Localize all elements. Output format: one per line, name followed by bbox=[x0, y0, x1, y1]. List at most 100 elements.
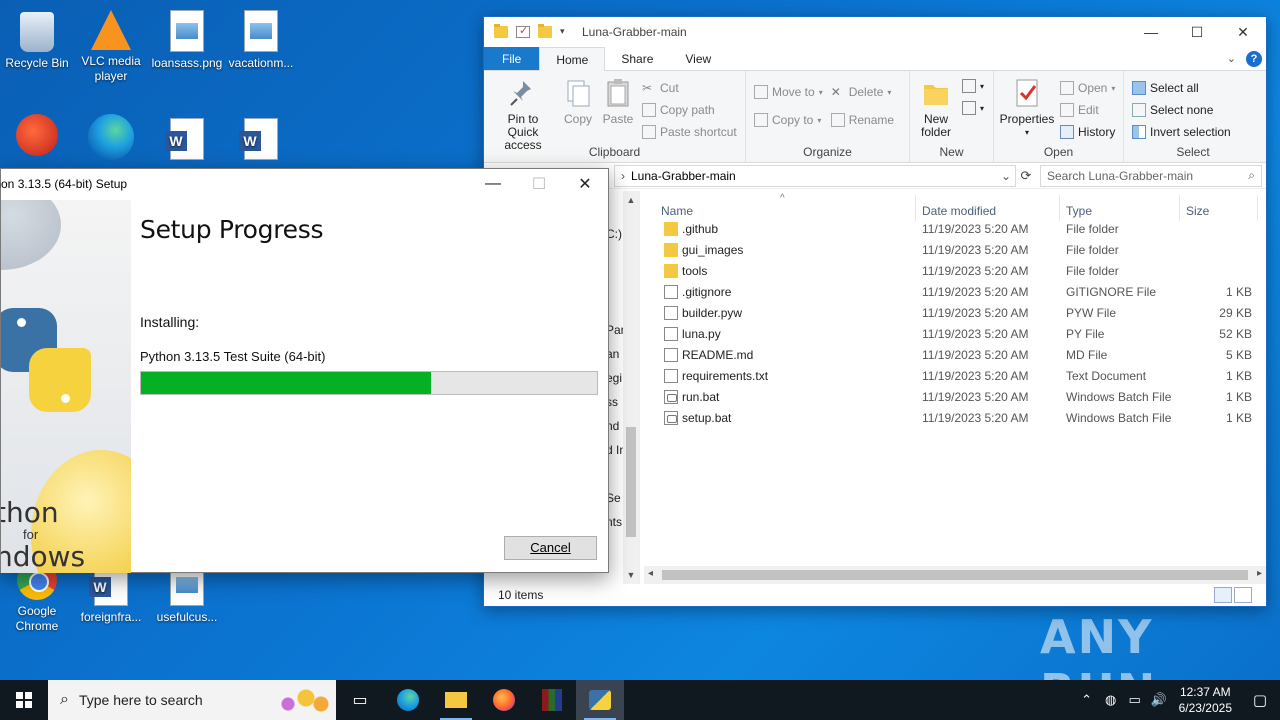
table-row[interactable]: setup.bat 11/19/2023 5:20 AM Windows Batch… bbox=[660, 408, 1252, 429]
new-folder-button[interactable]: New folder bbox=[914, 75, 958, 144]
column-header-size[interactable]: Size bbox=[1186, 204, 1209, 218]
tab-view[interactable]: View bbox=[669, 47, 727, 70]
chevron-down-icon[interactable]: ⌄ bbox=[1227, 52, 1236, 65]
clock[interactable]: 12:37 AM 6/23/2025 bbox=[1171, 684, 1240, 716]
column-header-type[interactable]: Type bbox=[1066, 204, 1092, 218]
address-bar[interactable]: › Luna-Grabber-main ⌄ bbox=[614, 164, 1016, 187]
setup-close-button[interactable]: ✕ bbox=[562, 169, 608, 199]
desktop-icon-loansass[interactable]: loansass.png bbox=[150, 6, 224, 71]
select-none-button[interactable]: Select none bbox=[1132, 101, 1231, 119]
edge-icon[interactable] bbox=[384, 680, 432, 720]
desktop-icon-edge[interactable] bbox=[74, 114, 148, 164]
column-divider[interactable] bbox=[915, 195, 916, 221]
column-divider[interactable] bbox=[1179, 195, 1180, 221]
column-divider[interactable] bbox=[1059, 195, 1060, 221]
properties-icon bbox=[1011, 77, 1043, 109]
scroll-up-icon[interactable]: ▲ bbox=[623, 195, 639, 205]
refresh-button[interactable]: ⟳ bbox=[1016, 165, 1036, 187]
minimize-button[interactable]: — bbox=[1128, 17, 1174, 47]
edit-button[interactable]: Edit bbox=[1060, 101, 1115, 119]
new-item-icon bbox=[962, 79, 976, 93]
task-view-icon[interactable]: ▭ bbox=[336, 680, 384, 720]
tab-file[interactable]: File bbox=[484, 47, 540, 70]
search-input[interactable]: Search Luna-Grabber-main ⌕ bbox=[1040, 164, 1262, 187]
pin-quick-access-button[interactable]: Pin to Quick access bbox=[488, 75, 558, 152]
properties-button[interactable]: Properties ▾ bbox=[998, 75, 1056, 144]
column-header-name[interactable]: Name bbox=[661, 204, 693, 218]
new-item-button[interactable]: ▾ bbox=[962, 77, 984, 95]
table-row[interactable]: tools 11/19/2023 5:20 AM File folder bbox=[660, 261, 1252, 282]
nav-scroll-thumb[interactable] bbox=[626, 427, 636, 537]
notification-icon[interactable]: ▢ bbox=[1240, 691, 1280, 709]
table-row[interactable]: requirements.txt 11/19/2023 5:20 AM Text D… bbox=[660, 366, 1252, 387]
table-row[interactable]: .github 11/19/2023 5:20 AM File folder bbox=[660, 219, 1252, 240]
cancel-button[interactable]: Cancel bbox=[504, 536, 597, 560]
column-divider[interactable] bbox=[1257, 195, 1258, 221]
select-all-button[interactable]: Select all bbox=[1132, 79, 1231, 97]
large-icons-view-icon[interactable] bbox=[1234, 587, 1252, 603]
table-row[interactable]: gui_images 11/19/2023 5:20 AM File folder bbox=[660, 240, 1252, 261]
scroll-down-icon[interactable]: ▼ bbox=[623, 570, 639, 580]
desktop-icon-ccleaner[interactable] bbox=[0, 114, 74, 160]
desktop-icon-word-2[interactable] bbox=[224, 114, 298, 164]
invert-selection-button[interactable]: Invert selection bbox=[1132, 123, 1231, 141]
table-row[interactable]: .gitignore 11/19/2023 5:20 AM GITIGNORE Fi… bbox=[660, 282, 1252, 303]
move-to-button[interactable]: Move to ▾ bbox=[754, 83, 823, 101]
open-button[interactable]: Open ▾ bbox=[1060, 79, 1115, 97]
security-icon[interactable]: ◍ bbox=[1099, 692, 1123, 708]
desktop-icon-word-1[interactable] bbox=[150, 114, 224, 164]
file-size: 52 KB bbox=[1219, 327, 1252, 341]
scroll-left-icon[interactable]: ◂ bbox=[648, 568, 653, 579]
help-icon[interactable]: ? bbox=[1246, 50, 1262, 67]
firefox-icon[interactable] bbox=[480, 680, 528, 720]
python-setup-icon[interactable] bbox=[576, 680, 624, 720]
taskbar-search[interactable]: ⌕ Type here to search bbox=[48, 680, 336, 720]
file-type: PY File bbox=[1066, 327, 1105, 341]
horizontal-scrollbar[interactable]: ◂ ▸ bbox=[644, 566, 1266, 584]
folder-icon bbox=[664, 222, 678, 236]
qat-dropdown-icon[interactable]: ▾ bbox=[560, 26, 568, 38]
horizontal-scroll-thumb[interactable] bbox=[662, 570, 1248, 580]
volume-icon[interactable]: 🔊 bbox=[1147, 692, 1171, 708]
desktop-icon-recycle-bin[interactable]: Recycle Bin bbox=[0, 6, 74, 71]
column-header-date[interactable]: Date modified bbox=[922, 204, 996, 218]
table-row[interactable]: README.md 11/19/2023 5:20 AM MD File 5 KB bbox=[660, 345, 1252, 366]
setup-window-title: Python 3.13.5 (64-bit) Setup bbox=[0, 177, 128, 191]
table-row[interactable]: run.bat 11/19/2023 5:20 AM Windows Batch F… bbox=[660, 387, 1252, 408]
easy-access-button[interactable]: ▾ bbox=[962, 99, 984, 117]
close-button[interactable]: ✕ bbox=[1220, 17, 1266, 47]
tab-share[interactable]: Share bbox=[605, 47, 669, 70]
tab-home[interactable]: Home bbox=[539, 47, 606, 71]
ribbon: Pin to Quick access Copy Paste ✂ Cut Copy… bbox=[484, 71, 1266, 163]
file-explorer-icon[interactable] bbox=[432, 680, 480, 720]
search-placeholder: Search Luna-Grabber-main bbox=[1047, 168, 1194, 183]
rename-button[interactable]: Rename bbox=[830, 111, 894, 129]
copy-to-button[interactable]: Copy to ▾ bbox=[754, 111, 823, 129]
start-button[interactable] bbox=[0, 680, 48, 720]
network-icon[interactable]: ▭ bbox=[1123, 692, 1147, 708]
properties-qat-icon[interactable] bbox=[516, 24, 530, 38]
new-folder-qat-icon[interactable] bbox=[538, 24, 552, 38]
copy-path-button[interactable]: Copy path bbox=[642, 101, 737, 119]
setup-minimize-button[interactable]: — bbox=[470, 169, 516, 199]
copy-button[interactable]: Copy bbox=[558, 75, 598, 144]
table-row[interactable]: builder.pyw 11/19/2023 5:20 AM PYW File 29 … bbox=[660, 303, 1252, 324]
file-type: Windows Batch File bbox=[1066, 411, 1172, 425]
paste-shortcut-button[interactable]: Paste shortcut bbox=[642, 123, 737, 141]
delete-button[interactable]: ✕ Delete ▾ bbox=[831, 83, 894, 101]
winrar-icon[interactable] bbox=[528, 680, 576, 720]
maximize-button[interactable]: ☐ bbox=[1174, 17, 1220, 47]
explorer-title-bar: ▾ Luna-Grabber-main — ☐ ✕ bbox=[484, 17, 1266, 47]
nav-scrollbar[interactable]: ▲ ▼ bbox=[623, 191, 639, 584]
cut-button[interactable]: ✂ Cut bbox=[642, 79, 737, 97]
history-button[interactable]: History bbox=[1060, 123, 1115, 141]
desktop-icon-vacation[interactable]: vacationm... bbox=[224, 6, 298, 71]
desktop-icon-vlc[interactable]: VLC media player bbox=[74, 6, 148, 84]
address-dropdown-icon[interactable]: ⌄ bbox=[1001, 169, 1011, 183]
scroll-right-icon[interactable]: ▸ bbox=[1257, 568, 1262, 579]
paste-button[interactable]: Paste bbox=[598, 75, 638, 144]
python-setup-window: Python 3.13.5 (64-bit) Setup — ☐ ✕ thon … bbox=[0, 168, 609, 573]
chevron-up-icon[interactable]: ⌃ bbox=[1075, 692, 1099, 708]
details-view-icon[interactable] bbox=[1214, 587, 1232, 603]
table-row[interactable]: luna.py 11/19/2023 5:20 AM PY File 52 KB bbox=[660, 324, 1252, 345]
